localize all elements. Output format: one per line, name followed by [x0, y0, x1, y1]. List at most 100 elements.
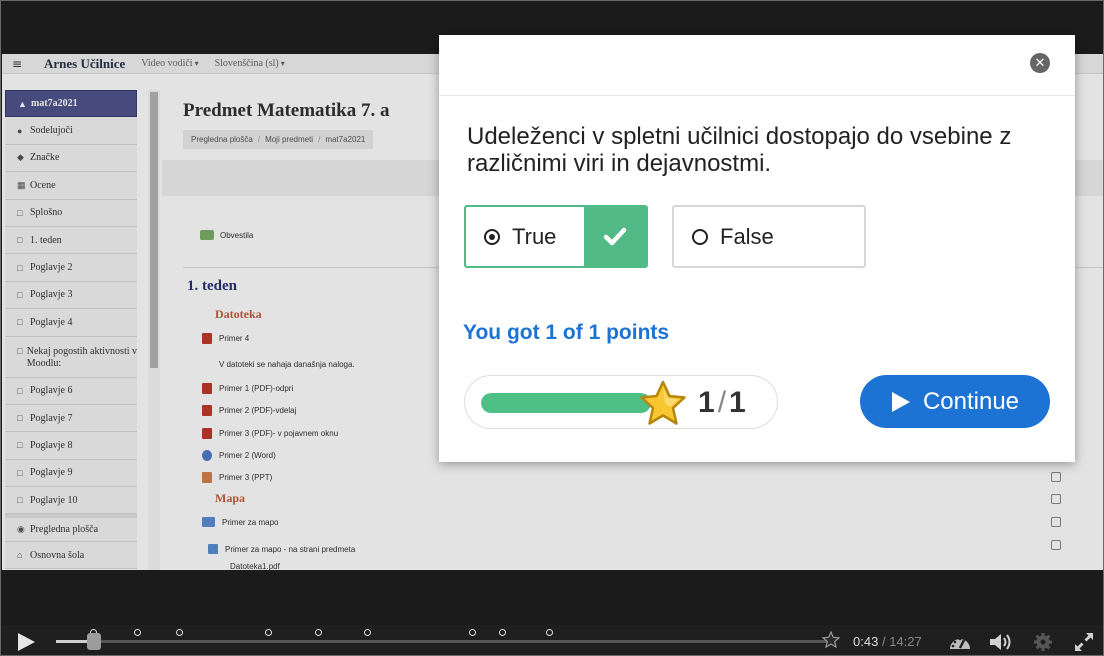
- interaction-marker[interactable]: [265, 629, 272, 636]
- interaction-marker[interactable]: [176, 629, 183, 636]
- close-icon: ✕: [1034, 55, 1046, 71]
- activity-item: Primer 4: [202, 333, 249, 344]
- radio-selected-icon: [484, 228, 500, 245]
- score-message: You got 1 of 1 points: [463, 321, 670, 344]
- activity-label: Primer za mapo: [222, 517, 279, 527]
- activity-item: Primer 3 (PDF)- v pojavnem oknu: [202, 428, 338, 439]
- seek-bar[interactable]: [56, 629, 830, 650]
- folder-icon: □: [17, 207, 23, 218]
- moodle-brand: Arnes Učilnice: [44, 55, 126, 71]
- sidebar-item-course: ▲ mat7a2021: [5, 90, 137, 118]
- interaction-marker[interactable]: [469, 629, 476, 636]
- breadcrumb-item: Moji predmeti: [265, 135, 314, 144]
- completion-checkbox: [1051, 494, 1061, 504]
- sidebar-item-label: 1. teden: [30, 234, 62, 246]
- end-star-icon[interactable]: [822, 631, 840, 649]
- interaction-marker[interactable]: [546, 629, 553, 636]
- sidebar-item-label: Poglavje 9: [30, 467, 73, 479]
- sidebar-item-chapter4: □ Poglavje 4: [5, 309, 137, 337]
- interaction-marker[interactable]: [134, 629, 141, 636]
- folder-icon: □: [17, 317, 23, 328]
- close-button[interactable]: ✕: [1030, 53, 1050, 73]
- time-separator: /: [881, 634, 886, 649]
- video-player: ≡ Arnes Učilnice Video vodiči Slovenščin…: [0, 0, 1104, 656]
- sidebar-item-label: mat7a2021: [31, 98, 78, 110]
- interaction-marker[interactable]: [499, 629, 506, 636]
- completion-checkbox: [1051, 517, 1061, 527]
- sidebar-item-chapter3: □ Poglavje 3: [5, 281, 137, 310]
- activity-note: V datoteki se nahaja današnja naloga.: [219, 360, 355, 369]
- dashboard-icon: ◉: [17, 524, 25, 535]
- activity-item: Primer za mapo - na strani predmeta: [208, 544, 355, 554]
- progress-fill: [481, 393, 651, 413]
- checkmark-icon: [603, 227, 627, 245]
- activity-item: Primer 2 (Word): [202, 450, 276, 461]
- sidebar-item-label: Osnovna šola: [30, 549, 85, 561]
- settings-icon[interactable]: [1033, 632, 1053, 652]
- score-value: 1/1: [698, 386, 746, 419]
- sidebar-item-label: Nekaj pogostih aktivnosti v Moodlu:: [26, 345, 138, 369]
- folder-icon: □: [17, 467, 23, 478]
- sidebar-item-label: Pregledna plošča: [30, 524, 99, 536]
- hamburger-menu-icon: ≡: [12, 56, 23, 71]
- pdf-icon: [202, 383, 212, 394]
- sidebar-item-badges: ◆ Značke: [5, 144, 137, 173]
- folder-icon: [202, 517, 215, 527]
- question-text: Udeleženci v spletni učilnici dostopajo …: [467, 123, 1012, 177]
- sidebar-scrollbar: [148, 90, 160, 570]
- volume-icon[interactable]: [989, 632, 1013, 652]
- sidebar-item-label: Poglavje 2: [30, 262, 73, 274]
- table-icon: ▦: [17, 179, 26, 190]
- activity-item: Primer za mapo: [202, 517, 278, 527]
- sidebar-item-school: ⌂ Osnovna šola: [5, 541, 137, 570]
- interaction-marker[interactable]: [364, 629, 371, 636]
- score-max: 1: [729, 386, 746, 419]
- moodle-sidebar: ▲ mat7a2021 ● Sodelujoči ◆ Značke ▦ Ocene □ S…: [5, 90, 137, 570]
- shield-icon: ◆: [17, 152, 24, 163]
- folder-icon: [208, 544, 218, 554]
- option-false[interactable]: False: [672, 205, 866, 268]
- option-true[interactable]: True: [464, 205, 648, 268]
- progress-track: [481, 393, 651, 413]
- nav-video-guides: Video vodiči: [141, 58, 198, 69]
- folder-icon: □: [17, 289, 23, 300]
- gauge-icon[interactable]: [948, 632, 972, 652]
- quiz-dialog: ✕ Udeleženci v spletni učilnici dostopaj…: [439, 35, 1075, 462]
- activity-label: Primer 1 (PDF)-odpri: [219, 384, 294, 393]
- play-icon[interactable]: [16, 632, 36, 652]
- interaction-marker[interactable]: [315, 629, 322, 636]
- sidebar-item-chapter8: □ Poglavje 8: [5, 432, 137, 460]
- current-time: 0:43: [853, 634, 879, 649]
- folder-icon: □: [17, 495, 23, 506]
- nav-language: Slovenščina (sl): [215, 58, 285, 69]
- pdf-icon: [202, 333, 212, 344]
- sidebar-item-general: □ Splošno: [5, 199, 137, 227]
- users-icon: ●: [17, 125, 23, 136]
- activity-label: Primer 3 (PDF)- v pojavnem oknu: [219, 429, 339, 438]
- sidebar-item-participants: ● Sodelujoči: [5, 117, 137, 145]
- star-icon: [640, 380, 686, 425]
- sidebar-item-activities: □ Nekaj pogostih aktivnosti v Moodlu:: [5, 336, 138, 378]
- word-icon: [202, 450, 212, 461]
- activity-label: Primer 4: [219, 334, 250, 343]
- activity-item: Primer 1 (PDF)-odpri: [202, 383, 293, 394]
- fullscreen-icon[interactable]: [1074, 632, 1094, 652]
- activity-label: Primer 2 (Word): [219, 451, 276, 460]
- score-current: 1: [698, 386, 715, 419]
- score-bar: 1/1: [464, 375, 778, 429]
- sidebar-item-label: Poglavje 8: [30, 439, 73, 451]
- label-file: Datoteka: [215, 307, 262, 321]
- activity-item: Primer 2 (PDF)-vdelaj: [202, 405, 296, 416]
- sidebar-item-chapter7: □ Poglavje 7: [5, 404, 137, 433]
- sidebar-item-week1: □ 1. teden: [5, 226, 137, 255]
- activity-label: Primer za mapo - na strani predmeta: [225, 544, 356, 554]
- continue-button[interactable]: Continue: [860, 375, 1050, 428]
- radio-icon: [692, 228, 708, 245]
- sidebar-item-label: Sodelujoči: [30, 125, 73, 137]
- folder-icon: □: [17, 440, 23, 451]
- player-controls: 0:43 / 14:27: [2, 625, 1103, 655]
- seek-handle[interactable]: [87, 633, 101, 650]
- option-label: False: [720, 223, 774, 249]
- sidebar-item-dashboard: ◉ Pregledna plošča: [5, 514, 137, 542]
- home-icon: ⌂: [17, 550, 23, 561]
